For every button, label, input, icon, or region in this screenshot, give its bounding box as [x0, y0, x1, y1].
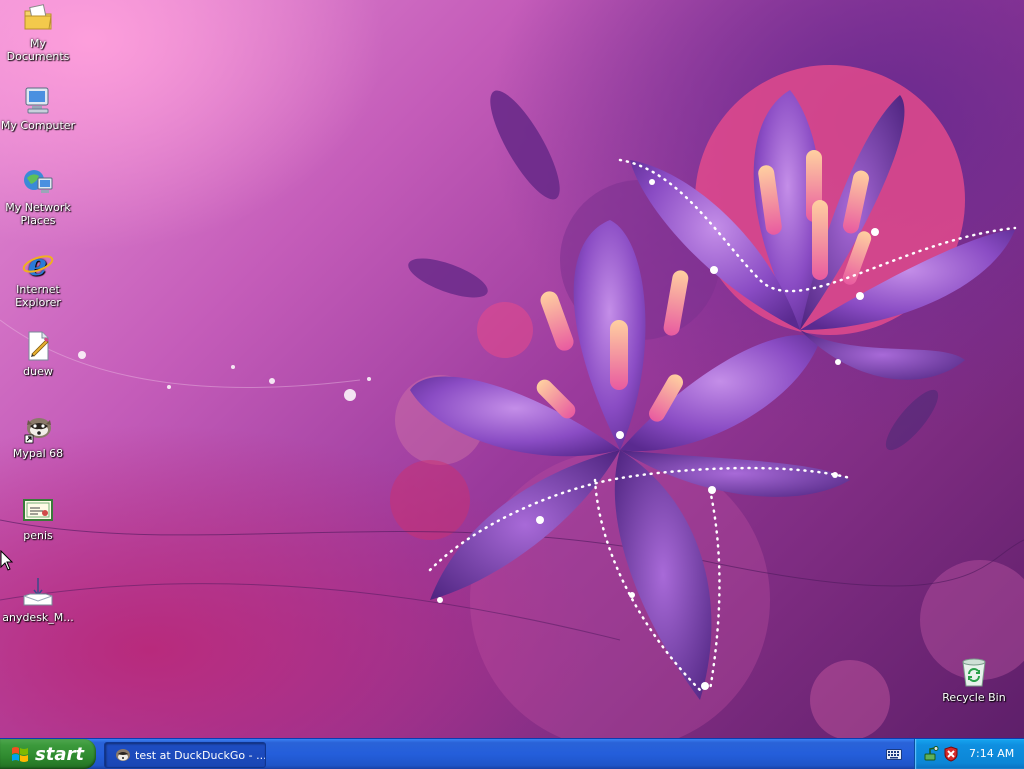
desktop-icon-penis[interactable]: penis [0, 494, 76, 542]
keyboard-icon[interactable] [886, 747, 902, 761]
desktop-icon-label: anydesk_M... [2, 611, 74, 624]
desktop-icon-label: Recycle Bin [942, 691, 1006, 704]
desktop[interactable]: My Documents My Computer My Network Plac… [0, 0, 1024, 738]
desktop-icon-label: My Computer [0, 119, 76, 132]
desktop-icon-anydesk[interactable]: anydesk_M... [0, 576, 76, 624]
document-shortcut-icon [28, 331, 49, 361]
desktop-icon-label: duew [23, 365, 53, 378]
desktop-icon-recycle-bin[interactable]: Recycle Bin [936, 656, 1012, 704]
certificate-icon [23, 499, 53, 521]
desktop-icon-label: Mypal 68 [12, 447, 64, 460]
desktop-icon-label: My Network Places [5, 201, 71, 227]
desktop-icon-label: My Documents [6, 37, 70, 63]
taskbar-button-label: test at DuckDuckGo - ... [135, 748, 266, 762]
desktop-icon-my-network-places[interactable]: My Network Places [0, 166, 76, 227]
mypal-browser-icon [24, 418, 51, 444]
desktop-icon-internet-explorer[interactable]: e Internet Explorer [0, 248, 76, 309]
taskbar: start test at DuckDuckGo - ... 7:14 AM [0, 738, 1024, 769]
recycle-bin-icon [962, 658, 986, 687]
security-alert-icon[interactable] [943, 746, 959, 762]
system-clock[interactable]: 7:14 AM [969, 747, 1014, 760]
wallpaper [0, 65, 1024, 738]
desktop-icon-my-computer[interactable]: My Computer [0, 84, 76, 132]
folder-documents-icon [24, 4, 52, 30]
start-button[interactable]: start [0, 739, 96, 769]
windows-flag-icon [12, 747, 28, 762]
network-places-icon [24, 170, 53, 193]
desktop-icon-duew[interactable]: duew [0, 330, 76, 378]
internet-explorer-icon: e [22, 248, 54, 280]
desktop-icon-label: Internet Explorer [15, 283, 61, 309]
safely-remove-hardware-icon[interactable] [923, 746, 939, 762]
system-tray: 7:14 AM [914, 739, 1024, 769]
desktop-icon-label: penis [23, 529, 53, 542]
mouse-cursor-icon [0, 550, 14, 571]
download-file-icon [23, 578, 53, 606]
start-label: start [35, 743, 84, 765]
mypal-browser-icon [116, 749, 130, 761]
computer-icon [25, 87, 49, 114]
taskbar-button-duckduckgo[interactable]: test at DuckDuckGo - ... [104, 742, 266, 768]
svg-text:e: e [28, 248, 47, 280]
desktop-icon-mypal-68[interactable]: Mypal 68 [0, 412, 76, 460]
desktop-icon-my-documents[interactable]: My Documents [0, 2, 76, 63]
